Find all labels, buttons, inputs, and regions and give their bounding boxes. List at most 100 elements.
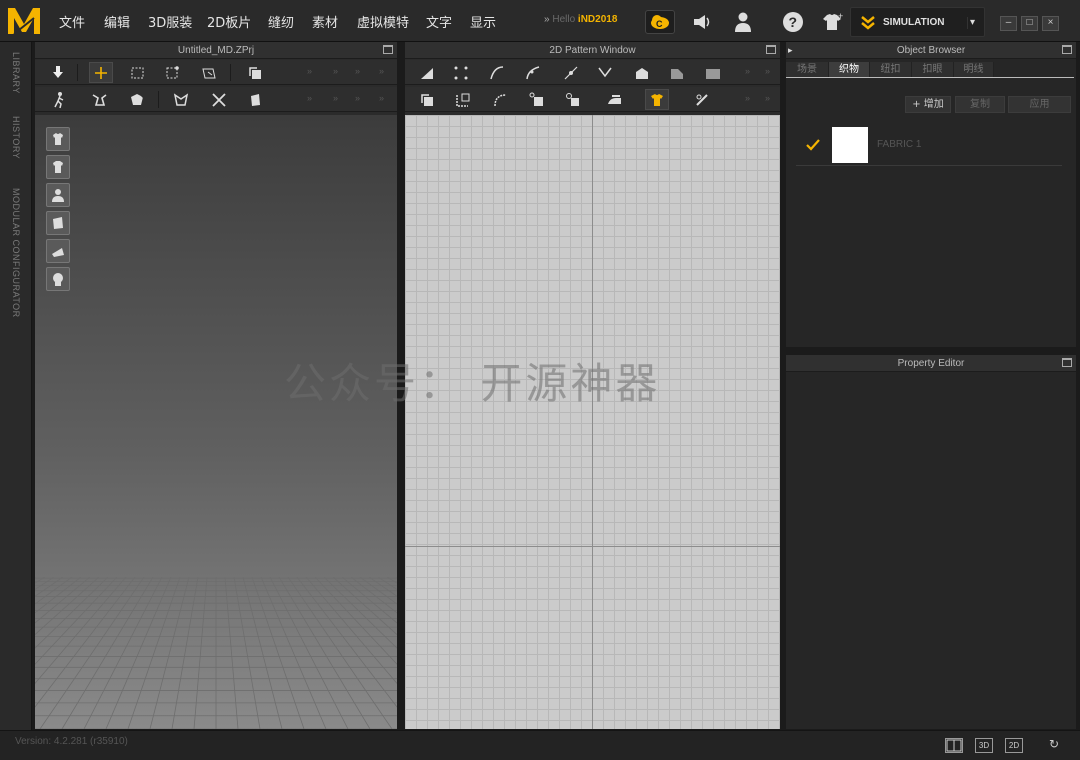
- view-garment-front-icon[interactable]: [46, 127, 70, 151]
- svg-text:+: +: [838, 12, 843, 21]
- 2d-pattern-viewport[interactable]: [405, 115, 780, 729]
- garment-simulate-icon[interactable]: [645, 89, 669, 110]
- tab-scene[interactable]: 场景: [786, 62, 829, 78]
- view-avatar-icon[interactable]: [46, 183, 70, 207]
- tab-button[interactable]: 纽扣: [870, 62, 912, 78]
- tab-modular-configurator[interactable]: MODULAR CONFIGURATOR: [11, 188, 21, 318]
- menu-3d-garment[interactable]: 3D服装: [148, 12, 192, 31]
- fabric-name: FABRIC 1: [877, 139, 922, 150]
- menu-2d-pattern[interactable]: 2D板片: [207, 12, 251, 31]
- add-fabric-button[interactable]: + 增加: [905, 96, 951, 113]
- tab-topstitch[interactable]: 明线: [954, 62, 994, 78]
- 2d-view-button[interactable]: 2D: [1005, 738, 1023, 753]
- internal-shape-icon[interactable]: [630, 62, 654, 83]
- avatar-walk-icon[interactable]: [47, 89, 71, 110]
- popout-icon[interactable]: [1062, 45, 1072, 54]
- measure-tool-icon[interactable]: [690, 89, 714, 110]
- view-garment-back-icon[interactable]: [46, 155, 70, 179]
- maximize-button[interactable]: □: [1021, 16, 1038, 31]
- floor-grid: [35, 577, 397, 729]
- simulation-label: SIMULATION: [883, 17, 945, 28]
- view-head-icon[interactable]: [46, 267, 70, 291]
- pin-down-icon[interactable]: [46, 62, 70, 83]
- popout-icon[interactable]: [766, 45, 776, 54]
- minimize-button[interactable]: –: [1000, 16, 1017, 31]
- user-icon[interactable]: [730, 10, 756, 34]
- menu-edit[interactable]: 编辑: [104, 12, 130, 31]
- tack-on-pattern-icon[interactable]: [525, 89, 549, 110]
- iron-icon[interactable]: [603, 89, 627, 110]
- simulation-button[interactable]: SIMULATION ▾: [850, 7, 985, 37]
- refresh-icon[interactable]: ↻: [1045, 738, 1063, 753]
- tab-buttonhole[interactable]: 扣眼: [912, 62, 954, 78]
- transform-select-icon[interactable]: [160, 62, 184, 83]
- add-point-icon[interactable]: [559, 62, 583, 83]
- collapse-arrow-icon[interactable]: ▸: [788, 42, 793, 59]
- split-view-icon[interactable]: [945, 738, 963, 753]
- pattern-window-title: 2D Pattern Window: [549, 45, 636, 56]
- object-browser-title: ▸ Object Browser: [786, 42, 1076, 59]
- close-button[interactable]: ×: [1042, 16, 1059, 31]
- view-texture-icon[interactable]: [46, 211, 70, 235]
- clo-cloud-icon[interactable]: C: [645, 10, 675, 34]
- marvelous-designer-logo[interactable]: [6, 4, 42, 38]
- help-icon[interactable]: ?: [780, 10, 806, 34]
- seam-allowance-icon[interactable]: [415, 89, 439, 110]
- copy-fabric-button[interactable]: 复制: [955, 96, 1005, 113]
- curve-point-icon[interactable]: [485, 62, 509, 83]
- object-browser-label: Object Browser: [896, 45, 966, 56]
- 3d-viewport[interactable]: [35, 115, 397, 729]
- menu-materials[interactable]: 素材: [312, 12, 338, 31]
- greeting-prefix: Hello: [552, 14, 576, 25]
- panel-2d-title: 2D Pattern Window: [405, 42, 780, 59]
- garment-add-icon[interactable]: +: [820, 10, 846, 34]
- greeting-username: iND2018: [577, 14, 618, 25]
- free-sewing-icon[interactable]: [489, 89, 513, 110]
- popout-icon[interactable]: [383, 45, 393, 54]
- menu-text[interactable]: 文字: [426, 12, 452, 31]
- speaker-icon[interactable]: [690, 10, 716, 34]
- status-bar: Version: 4.2.281 (r35910) 3D 2D ↻: [0, 730, 1080, 760]
- greeting-arrows: »: [544, 14, 550, 25]
- view-fabric-icon[interactable]: [46, 239, 70, 263]
- move-tool-icon[interactable]: [89, 62, 113, 83]
- edit-point-icon[interactable]: [449, 62, 473, 83]
- simulation-dropdown-icon[interactable]: ▾: [967, 17, 979, 29]
- reset-pattern-icon[interactable]: [243, 62, 267, 83]
- garment-fit-icon[interactable]: [87, 89, 111, 110]
- property-editor-label: Property Editor: [897, 358, 965, 369]
- rectangle-tool-icon[interactable]: [701, 62, 725, 83]
- top-menu-bar: 文件 编辑 3D服装 2D板片 缝纫 素材 虚拟模特 文字 显示 » Hello…: [0, 0, 1080, 42]
- strengthen-icon[interactable]: [169, 89, 193, 110]
- toolbar-3d-row1: » » » »: [35, 60, 397, 85]
- tab-history[interactable]: HISTORY: [11, 116, 21, 159]
- property-editor-title: Property Editor: [786, 355, 1076, 372]
- tab-fabric[interactable]: 织物: [829, 62, 870, 78]
- tab-underline: [786, 77, 1074, 78]
- edit-segment-icon[interactable]: [593, 62, 617, 83]
- menu-avatar[interactable]: 虚拟模特: [357, 12, 409, 31]
- shrinkage-icon[interactable]: [207, 89, 231, 110]
- menu-display[interactable]: 显示: [470, 12, 496, 31]
- 3d-view-button[interactable]: 3D: [975, 738, 993, 753]
- property-editor-panel: Property Editor: [786, 355, 1076, 729]
- menu-sewing[interactable]: 缝纫: [268, 12, 294, 31]
- edit-curvature-icon[interactable]: [521, 62, 545, 83]
- checkmark-icon[interactable]: [806, 139, 820, 151]
- menu-file[interactable]: 文件: [59, 12, 85, 31]
- fold-arrange-icon[interactable]: [197, 62, 221, 83]
- tack-tool-icon[interactable]: [125, 89, 149, 110]
- segment-sewing-icon[interactable]: [451, 89, 475, 110]
- tab-library[interactable]: LIBRARY: [11, 52, 21, 94]
- box-select-icon[interactable]: [125, 62, 149, 83]
- popout-icon[interactable]: [1062, 358, 1072, 367]
- apply-fabric-button[interactable]: 应用: [1008, 96, 1071, 113]
- dart-icon[interactable]: [665, 62, 689, 83]
- polygon-tool-icon[interactable]: [415, 62, 439, 83]
- more-tools-icon[interactable]: »: [307, 66, 312, 76]
- fabric-list-item[interactable]: FABRIC 1: [796, 124, 1062, 166]
- pin-pattern-icon[interactable]: [561, 89, 585, 110]
- panel-3d-header: Untitled_MD.ZPrj » » » » » » » »: [35, 42, 397, 115]
- double-chevron-icon: [861, 16, 875, 30]
- pattern-layer-icon[interactable]: [243, 89, 267, 110]
